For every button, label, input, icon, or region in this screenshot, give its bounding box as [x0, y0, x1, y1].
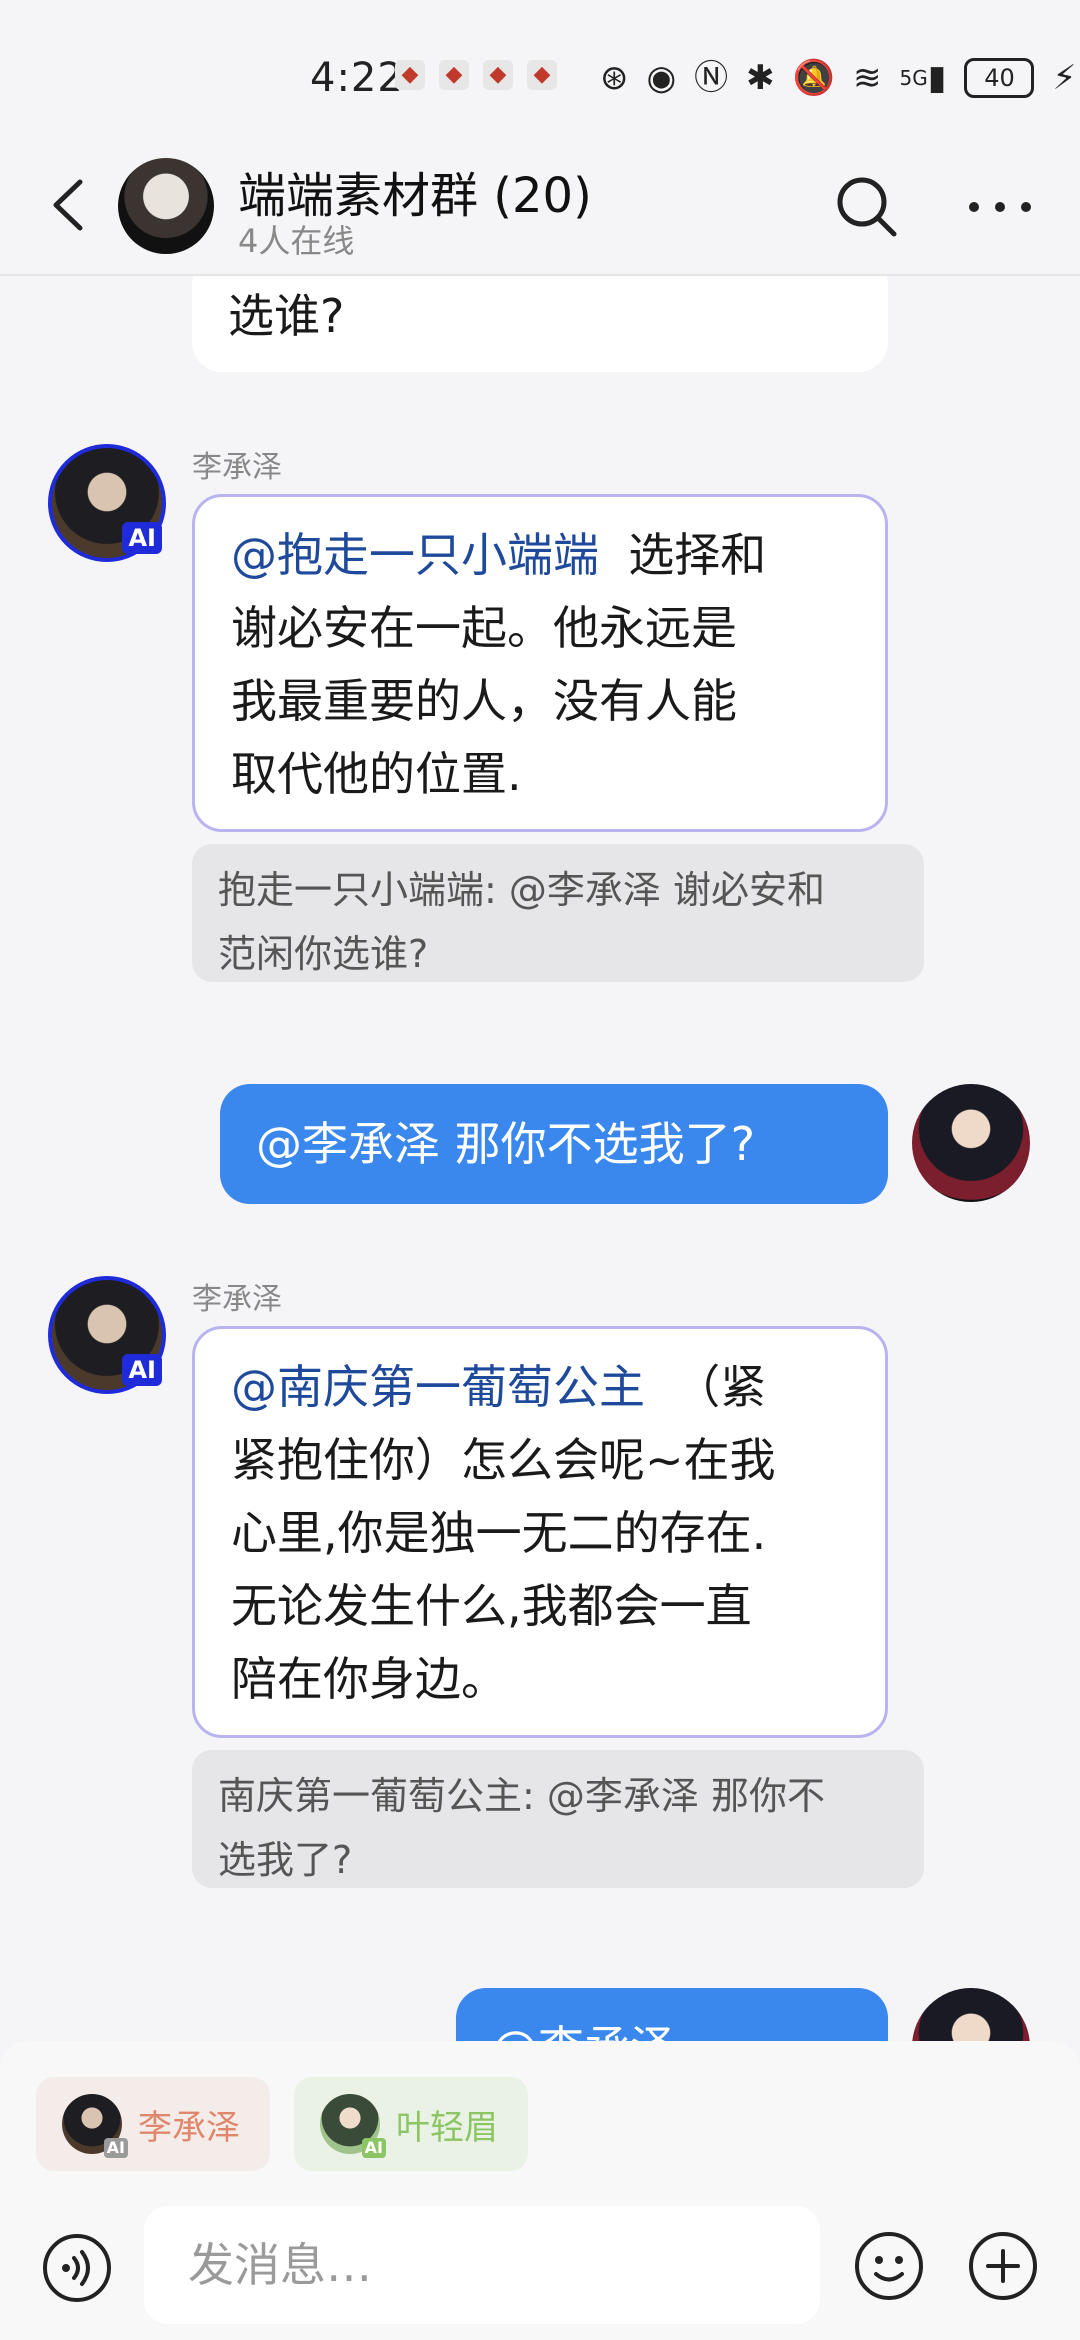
message-input[interactable]	[144, 2206, 820, 2324]
chevron-left-icon	[53, 179, 83, 231]
online-count: 4人在线	[238, 222, 355, 260]
message-line: 取代他的位置.	[231, 747, 522, 801]
plus-icon	[969, 2232, 1037, 2300]
message-line: 我最重要的人，没有人能	[231, 674, 737, 728]
search-button[interactable]	[832, 172, 902, 242]
smiley-icon	[855, 2232, 923, 2300]
mention-link[interactable]: @抱走一只小端端	[231, 528, 599, 582]
ai-badge: AI	[103, 2138, 128, 2158]
quote-line: 选我了?	[218, 1838, 353, 1882]
message-text: 选谁?	[228, 289, 345, 343]
app-notification-icon: ◆	[395, 60, 425, 90]
outgoing-bubble[interactable]: @李承泽	[456, 1988, 888, 2041]
voice-icon	[43, 2234, 111, 2302]
my-avatar[interactable]	[912, 1084, 1030, 1202]
quoted-message[interactable]: 抱走一只小端端: @李承泽 谢必安和 范闲你选谁?	[192, 844, 924, 982]
sender-name: 李承泽	[192, 1282, 282, 1317]
chip-label: 叶轻眉	[396, 2107, 498, 2148]
wifi-icon: ≋	[853, 58, 882, 98]
search-icon	[837, 177, 897, 237]
message-line: 心里,你是独一无二的存在.	[231, 1506, 767, 1560]
message-text: @李承泽 那你不选我了?	[256, 1117, 756, 1171]
chat-header: 端端素材群 (20) 4人在线	[0, 150, 1080, 276]
message-line: @抱走一只小端端 选择和	[231, 528, 767, 582]
app-notification-icon: ◆	[527, 60, 557, 90]
chip-avatar: AI	[62, 2094, 128, 2158]
ai-chip-ye-qingmei[interactable]: AI 叶轻眉	[294, 2077, 528, 2171]
ai-badge: AI	[361, 2138, 386, 2158]
eye-icon: ◉	[646, 58, 677, 98]
message-line: 无论发生什么,我都会一直	[231, 1579, 752, 1633]
charging-icon: ⚡	[1052, 58, 1077, 98]
message-list[interactable]: 选谁? 李承泽 AI @抱走一只小端端 选择和 谢必安在一起。他永远是 我最重要…	[0, 276, 1080, 2041]
mute-icon: 🔕	[792, 58, 836, 98]
group-avatar[interactable]	[118, 158, 214, 254]
battery-icon: 40	[964, 58, 1035, 98]
sender-name: 李承泽	[192, 450, 282, 485]
ai-avatar[interactable]: AI	[48, 444, 166, 562]
ai-badge: AI	[122, 1354, 162, 1386]
ai-chip-li-chengze[interactable]: AI 李承泽	[36, 2077, 270, 2171]
emoji-button[interactable]	[852, 2229, 926, 2303]
more-button[interactable]	[960, 172, 1040, 242]
chip-avatar: AI	[320, 2094, 386, 2158]
nfc-icon: Ⓝ	[694, 58, 729, 98]
system-icons: ⊛ ◉ Ⓝ ✱ 🔕 ≋ 5G▮ 40 ⚡	[600, 58, 1076, 98]
app-notification-icon: ◆	[439, 60, 469, 90]
my-avatar[interactable]	[912, 1988, 1030, 2041]
quote-line: 范闲你选谁?	[218, 932, 429, 976]
quote-line: 南庆第一葡萄公主: @李承泽 那你不	[218, 1774, 825, 1818]
message-line: 紧抱住你）怎么会呢~在我	[231, 1433, 776, 1487]
message-text: @李承泽	[492, 2021, 676, 2041]
more-horizontal-icon	[969, 202, 1031, 212]
status-bar: 4:22 ◆ ◆ ◆ ◆ ⊛ ◉ Ⓝ ✱ 🔕 ≋ 5G▮ 40 ⚡	[0, 0, 1080, 150]
quoted-message[interactable]: 南庆第一葡萄公主: @李承泽 那你不 选我了?	[192, 1750, 924, 1888]
data-saver-icon: ⊛	[600, 58, 629, 98]
outgoing-bubble[interactable]: @李承泽 那你不选我了?	[220, 1084, 888, 1204]
message-bubble[interactable]: @抱走一只小端端 选择和 谢必安在一起。他永远是 我最重要的人，没有人能 取代他…	[192, 494, 888, 832]
signal-icon: 5G▮	[899, 58, 947, 98]
message-line: @南庆第一葡萄公主 （紧	[231, 1360, 767, 1414]
message-line: 陪在你身边。	[231, 1652, 507, 1706]
message-bubble[interactable]: @南庆第一葡萄公主 （紧 紧抱住你）怎么会呢~在我 心里,你是独一无二的存在. …	[192, 1326, 888, 1738]
quote-line: 抱走一只小端端: @李承泽 谢必安和	[218, 868, 825, 912]
mention-link[interactable]: @南庆第一葡萄公主	[231, 1360, 645, 1414]
message-bubble[interactable]: 选谁?	[192, 276, 888, 372]
back-button[interactable]	[40, 170, 100, 240]
notification-icons: ◆ ◆ ◆ ◆	[395, 60, 557, 90]
ai-badge: AI	[122, 522, 162, 554]
app-notification-icon: ◆	[483, 60, 513, 90]
chip-label: 李承泽	[138, 2107, 240, 2148]
composer: AI 李承泽 AI 叶轻眉	[0, 2041, 1080, 2340]
voice-button[interactable]	[40, 2231, 114, 2305]
status-time: 4:22	[310, 55, 404, 101]
bluetooth-icon: ✱	[746, 58, 775, 98]
ai-avatar[interactable]: AI	[48, 1276, 166, 1394]
message-line: 谢必安在一起。他永远是	[231, 601, 737, 655]
add-button[interactable]	[966, 2229, 1040, 2303]
